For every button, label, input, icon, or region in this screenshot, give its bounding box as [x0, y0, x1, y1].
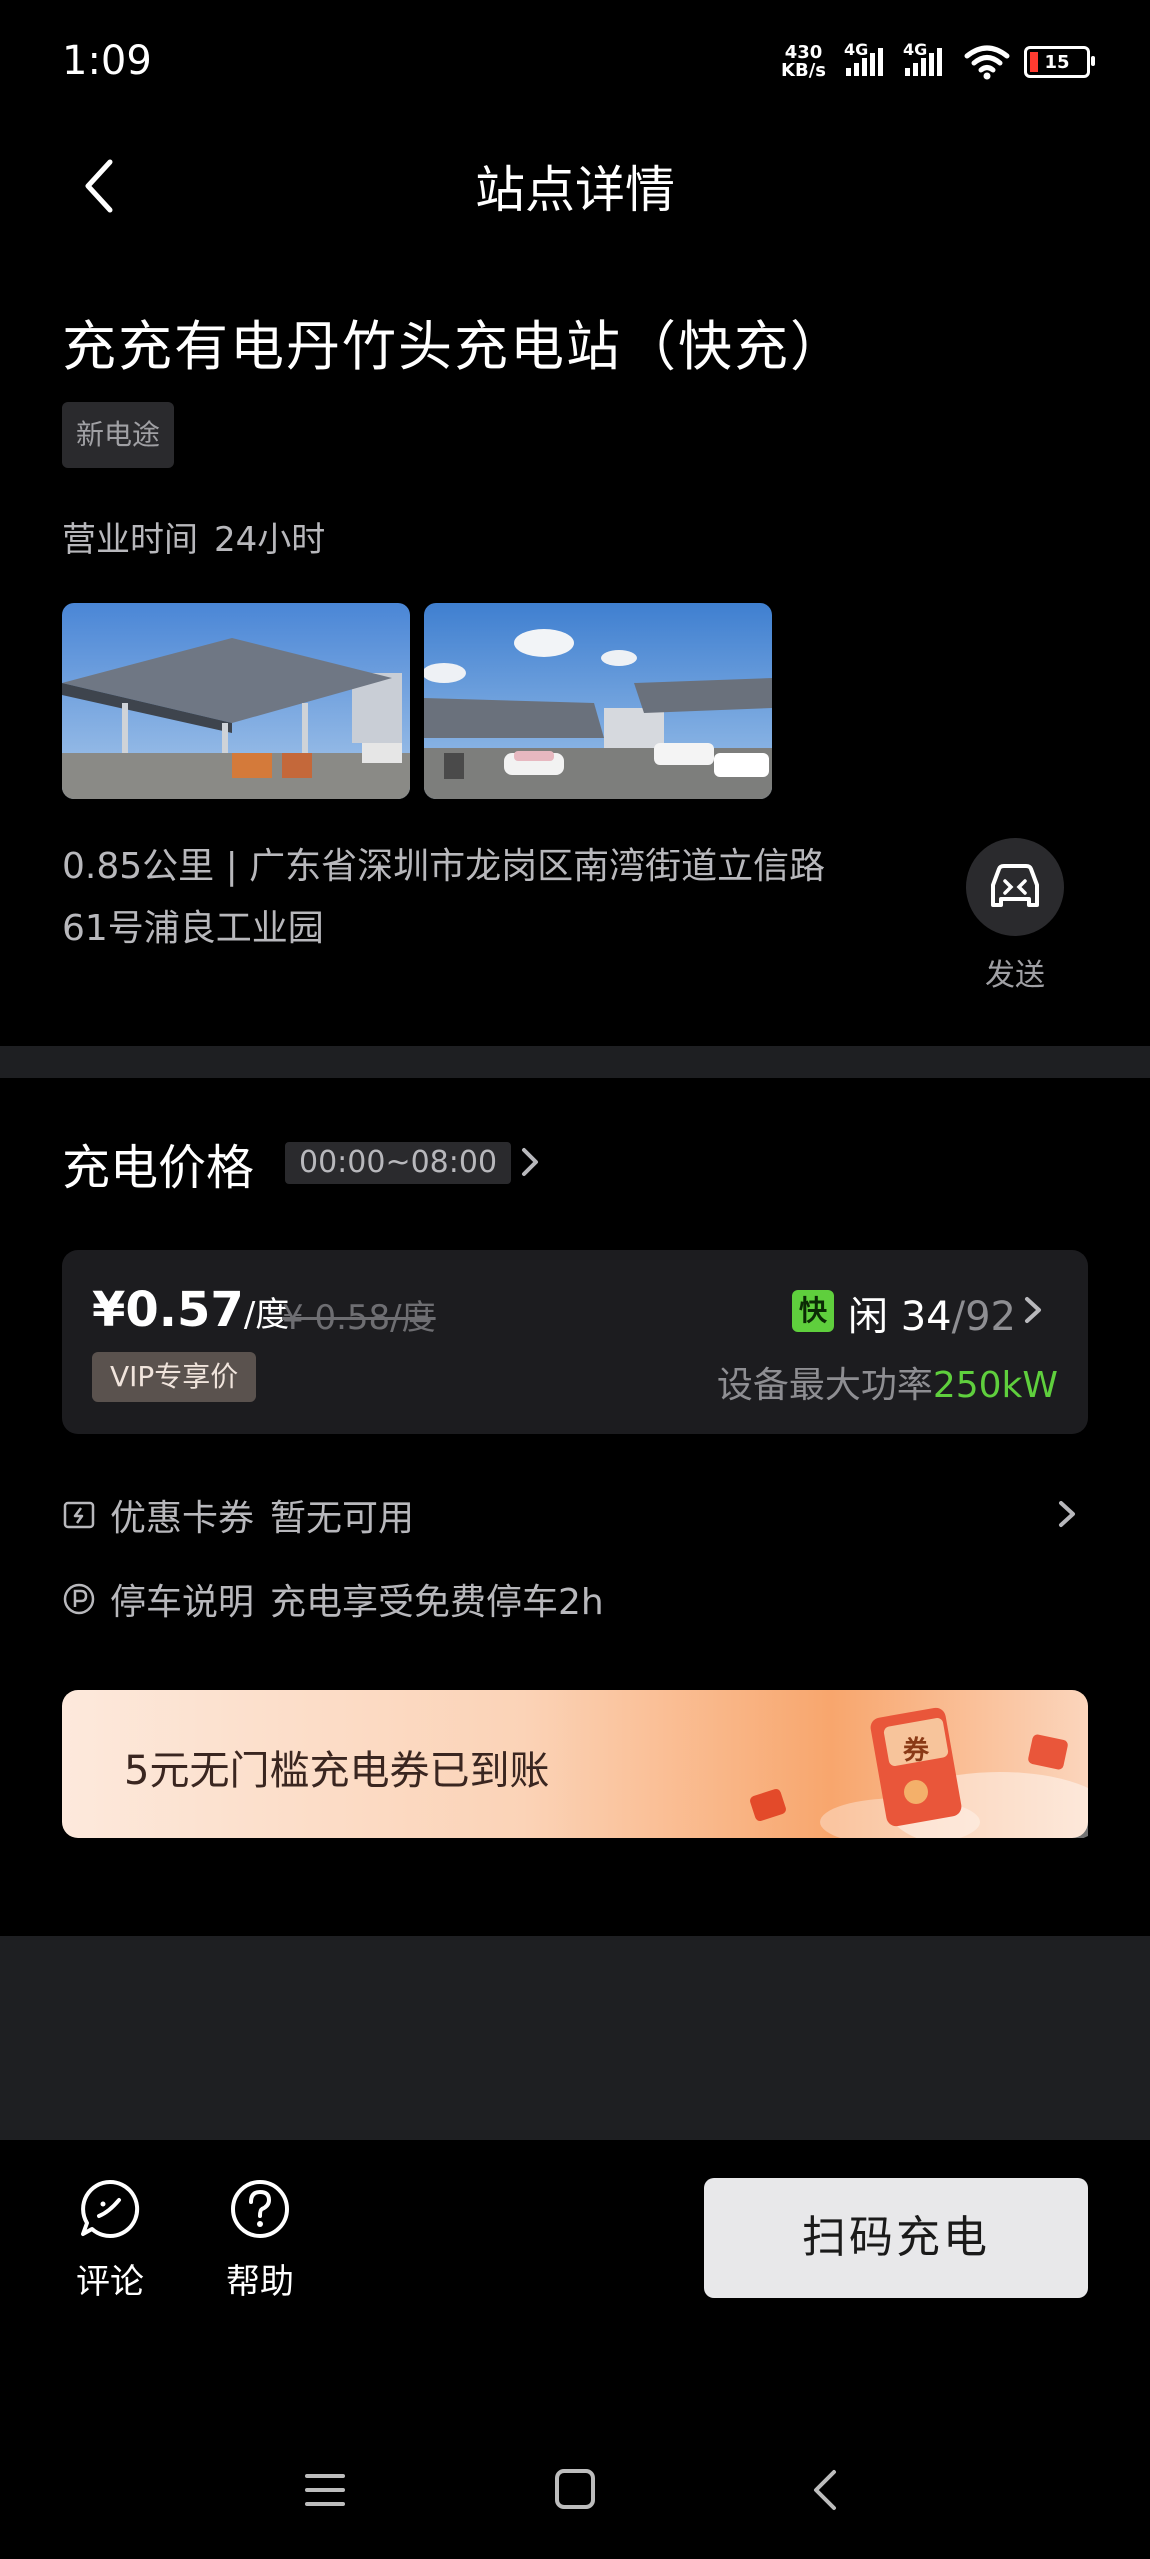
idle-label: 闲	[848, 1294, 888, 1340]
help-button[interactable]: 帮助	[200, 2176, 320, 2303]
max-power-label: 设备最大功率	[716, 1365, 933, 1406]
signal-icon-2: 4G	[903, 40, 942, 76]
pricing-title: 充电价格	[62, 1140, 255, 1196]
station-photo-2[interactable]	[424, 603, 772, 799]
signal-type: 4G	[844, 40, 869, 59]
total-count: /92	[951, 1294, 1016, 1340]
coupon-label: 优惠卡券	[110, 1498, 255, 1539]
parking-row: 停车说明 充电享受免费停车2h	[62, 1574, 604, 1624]
charger-list-arrow[interactable]	[1020, 1290, 1046, 1330]
current-price-value: ¥0.57	[92, 1282, 244, 1338]
coupon-icon	[63, 1501, 95, 1529]
wifi-icon	[964, 45, 1010, 80]
vip-badge: VIP专享价	[92, 1352, 257, 1402]
parking-label: 停车说明	[110, 1582, 255, 1623]
station-address: 0.85公里 | 广东省深圳市龙岗区南湾街道立信路 61号浦良工业园	[62, 836, 902, 960]
banner-art-label: 券	[903, 1736, 930, 1766]
parking-value: 充电享受免费停车2h	[270, 1582, 604, 1623]
idle-count: 34	[900, 1294, 952, 1340]
coupon-arrow[interactable]	[1054, 1492, 1080, 1536]
scan-to-charge-button[interactable]: 扫码充电	[704, 2178, 1088, 2298]
fast-charge-badge: 快	[792, 1290, 834, 1332]
brand-tag: 新电途	[62, 402, 175, 468]
comment-label: 评论	[76, 2262, 144, 2302]
coupon-row[interactable]: 优惠卡券 暂无可用	[62, 1490, 1088, 1540]
business-hours: 营业时间 24小时	[62, 512, 341, 561]
help-label: 帮助	[226, 2262, 294, 2302]
max-power-value: 250kW	[932, 1365, 1058, 1406]
hours-value: 24小时	[214, 520, 326, 560]
idle-charger-count[interactable]: 闲 34/92	[848, 1284, 1016, 1342]
battery-icon: 15	[1024, 46, 1095, 78]
parking-icon	[63, 1583, 95, 1615]
comment-button[interactable]: 评论	[50, 2176, 170, 2303]
original-price: ¥ 0.58/度	[282, 1298, 436, 1338]
hours-label: 营业时间	[62, 520, 198, 560]
chevron-right-icon	[1059, 1501, 1075, 1527]
station-photo-image-1	[62, 603, 410, 799]
nav-back-icon[interactable]	[808, 2466, 844, 2514]
comment-icon	[81, 2179, 140, 2238]
price-period-arrow[interactable]	[515, 1140, 545, 1184]
status-icons: 430 KB/s 4G 4G 15	[781, 40, 1095, 80]
send-label: 发送	[985, 958, 1045, 993]
station-photo-image-2	[424, 603, 772, 799]
menu-icon[interactable]	[300, 2468, 350, 2512]
battery-level: 15	[1044, 51, 1070, 73]
section-divider	[0, 1046, 1150, 1078]
signal-icon: 4G	[844, 40, 883, 76]
car-icon	[991, 864, 1039, 907]
signal-type-2: 4G	[903, 40, 928, 59]
price-time-range[interactable]: 00:00~08:00	[285, 1142, 512, 1184]
chevron-right-icon	[522, 1148, 538, 1176]
home-icon[interactable]	[552, 2466, 598, 2512]
coupon-value: 暂无可用	[270, 1498, 415, 1539]
chevron-right-icon	[1025, 1297, 1041, 1323]
current-price: ¥0.57/度	[92, 1282, 289, 1338]
page-title: 站点详情	[475, 161, 675, 219]
net-speed-unit: KB/s	[781, 60, 826, 81]
address-line-2: 61号浦良工业园	[62, 908, 324, 949]
address-line-1: 0.85公里 | 广东省深圳市龙岗区南湾街道立信路	[62, 846, 826, 887]
help-icon	[231, 2180, 289, 2238]
send-to-car-button[interactable]	[966, 838, 1064, 936]
content-spacer	[0, 1936, 1150, 2140]
banner-text: 5元无门槛充电券已到账	[124, 1748, 550, 1794]
coupon-gift-icon: 券	[700, 1692, 1110, 1852]
station-photo-1[interactable]	[62, 603, 410, 799]
max-power: 设备最大功率250kW	[717, 1356, 1058, 1408]
net-speed: 430 KB/s	[781, 44, 826, 80]
status-time: 1:09	[62, 38, 152, 84]
station-name: 充充有电丹竹头充电站（快充）	[62, 315, 846, 378]
